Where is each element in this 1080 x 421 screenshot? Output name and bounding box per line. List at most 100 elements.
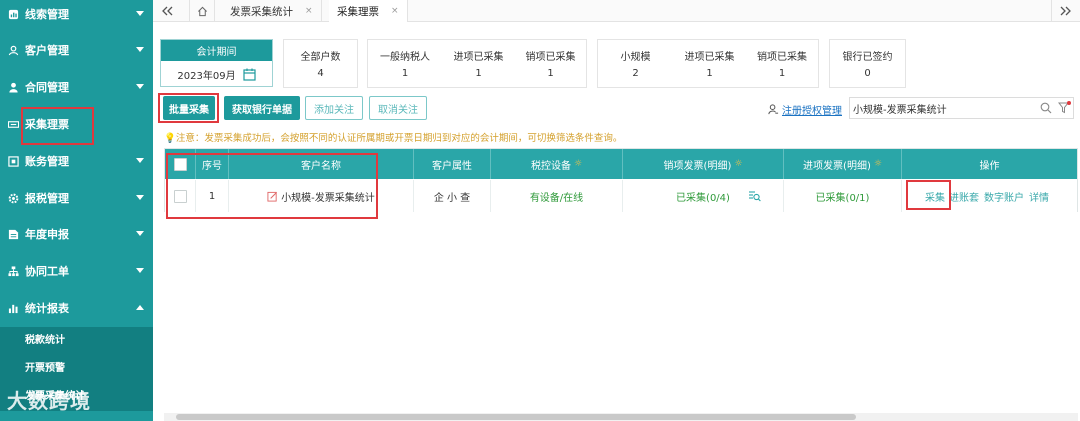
stat-label: 进项已采集 (684, 51, 735, 63)
chevron-down-icon (136, 11, 144, 16)
sidebar-subitem-invoice-alert[interactable]: 开票预警 (0, 355, 153, 383)
calendar-icon[interactable] (242, 68, 256, 81)
bulb-icon: 💡 (164, 133, 176, 144)
sidebar-item-workorder[interactable]: 协同工单 (0, 253, 153, 289)
col-header-sales: 销项发票(明细) ☼ (623, 149, 784, 179)
collapse-left-icon[interactable] (157, 0, 179, 22)
notice-label: 注意：发票采集成功后，会按照不同的认证所属期或开票日期归到对应的会计期间，可切换… (175, 133, 623, 144)
register-auth-link[interactable]: 注册授权管理 (768, 102, 842, 117)
close-icon[interactable]: × (305, 6, 313, 16)
bulb-icon: ☼ (734, 159, 743, 169)
stat-value: 1 (706, 68, 713, 80)
search-value: 小规模-发票采集统计 (853, 104, 947, 116)
chevron-down-icon (136, 195, 144, 200)
sidebar-item-label: 客户管理 (25, 44, 69, 57)
bar-chart-icon (8, 303, 19, 314)
org-icon (8, 265, 19, 277)
sidebar-item-customers[interactable]: 客户管理 (0, 32, 153, 68)
stat-card-total[interactable]: 全部户数 4 (283, 39, 358, 88)
sidebar-item-contracts[interactable]: 合同管理 (0, 69, 153, 105)
cell-input: 已采集(0/1) (784, 180, 902, 212)
col-header-attr: 客户属性 (414, 149, 491, 179)
filter-icon[interactable] (1058, 101, 1071, 114)
stat-card-small[interactable]: 小规模 2 进项已采集 1 销项已采集 1 (597, 39, 819, 88)
stat-label: 一般纳税人 (380, 51, 430, 63)
chevron-up-icon (136, 305, 144, 310)
highlight-box (166, 153, 378, 219)
stat-card-general[interactable]: 一般纳税人 1 进项已采集 1 销项已采集 1 (367, 39, 587, 88)
ledger-link[interactable]: 进账套 (949, 189, 979, 204)
home-icon[interactable] (189, 0, 215, 22)
sidebar-item-reports[interactable]: 统计报表 (0, 290, 153, 326)
col-header-input-label: 进项发票(明细) (803, 160, 871, 172)
tab-label: 发票采集统计 (230, 5, 293, 18)
search-icon[interactable] (1040, 102, 1052, 114)
cell-device: 有设备/在线 (491, 180, 623, 212)
sidebar-item-label: 协同工单 (25, 265, 69, 278)
chevron-down-icon (136, 158, 144, 163)
cell-attr: 企 小 查 (414, 180, 491, 212)
stat-label: 销项已采集 (525, 51, 576, 63)
bulb-icon: ☼ (873, 159, 882, 169)
period-value: 2023年09月 (177, 70, 236, 82)
highlight-box (21, 107, 94, 145)
highlight-box (158, 93, 219, 123)
stat-value: 1 (475, 68, 482, 80)
sidebar-item-leads[interactable]: 线索管理 (0, 0, 153, 32)
filter-dot (1067, 101, 1071, 105)
col-header-input: 进项发票(明细) ☼ (784, 149, 902, 179)
people-icon (8, 45, 19, 56)
building-icon (8, 155, 19, 167)
sidebar-subitem-label: 开票预警 (25, 363, 65, 374)
sidebar-item-label: 年度申报 (25, 228, 69, 241)
detail-link[interactable]: 详情 (1029, 189, 1049, 204)
sidebar-item-accounts[interactable]: 账务管理 (0, 143, 153, 179)
watermark-logo: 大数跨境 (7, 389, 91, 413)
stat-label: 小规模 (620, 51, 651, 63)
sidebar-item-label: 账务管理 (25, 155, 69, 168)
stat-value: 1 (401, 68, 409, 80)
tab-label: 采集理票 (337, 5, 379, 18)
stat-value: 1 (778, 68, 786, 80)
invoice-icon (8, 119, 19, 130)
digital-account-link[interactable]: 数字账户 (984, 189, 1024, 204)
col-header-device-label: 税控设备 (530, 160, 571, 172)
cell-sales[interactable]: 已采集(0/4) (623, 180, 784, 212)
search-input[interactable]: 小规模-发票采集统计 (849, 97, 1074, 119)
stat-label: 全部户数 (300, 51, 341, 63)
horizontal-scrollbar[interactable] (164, 413, 1078, 421)
period-card[interactable]: 会计期间 2023年09月 (160, 39, 273, 87)
person-icon (8, 82, 19, 93)
tab-invoice-collect[interactable]: 采集理票 × (329, 0, 408, 22)
col-header-device: 税控设备 ☼ (491, 149, 623, 179)
stat-card-bank[interactable]: 银行已签约 0 (829, 39, 906, 88)
cancel-follow-button[interactable]: 取消关注 (369, 96, 427, 120)
sidebar-subitem-label: 税款统计 (25, 335, 65, 346)
expand-right-icon[interactable] (1051, 0, 1077, 22)
sidebar-item-label: 合同管理 (25, 81, 69, 94)
bulb-icon: ☼ (573, 159, 583, 169)
col-header-ops: 操作 (979, 160, 1000, 172)
cell-sales-label: 已采集(0/4) (676, 192, 730, 204)
tab-invoice-stats[interactable]: 发票采集统计 × (222, 0, 322, 22)
chevron-down-icon (136, 268, 144, 273)
add-follow-button[interactable]: 添加关注 (305, 96, 363, 120)
chart-icon (8, 9, 19, 20)
chevron-down-icon (136, 47, 144, 52)
close-icon[interactable]: × (391, 6, 399, 16)
search-list-icon[interactable] (748, 190, 761, 202)
sidebar-item-tax[interactable]: 报税管理 (0, 180, 153, 216)
stat-value: 4 (317, 68, 324, 80)
sidebar-subitem-tax-stats[interactable]: 税款统计 (0, 327, 153, 355)
highlight-box (906, 180, 951, 210)
scrollbar-thumb[interactable] (176, 414, 856, 420)
tab-bar: 发票采集统计 × 采集理票 × (153, 0, 1080, 22)
stat-label: 销项已采集 (757, 51, 807, 63)
get-bank-statement-button[interactable]: 获取银行单据 (224, 96, 300, 120)
stat-label: 银行已签约 (842, 51, 893, 63)
gear-icon (8, 193, 19, 204)
period-title: 会计期间 (161, 40, 272, 61)
sidebar-item-annual[interactable]: 年度申报 (0, 216, 153, 252)
register-auth-label: 注册授权管理 (782, 106, 842, 117)
chevron-down-icon (136, 84, 144, 89)
